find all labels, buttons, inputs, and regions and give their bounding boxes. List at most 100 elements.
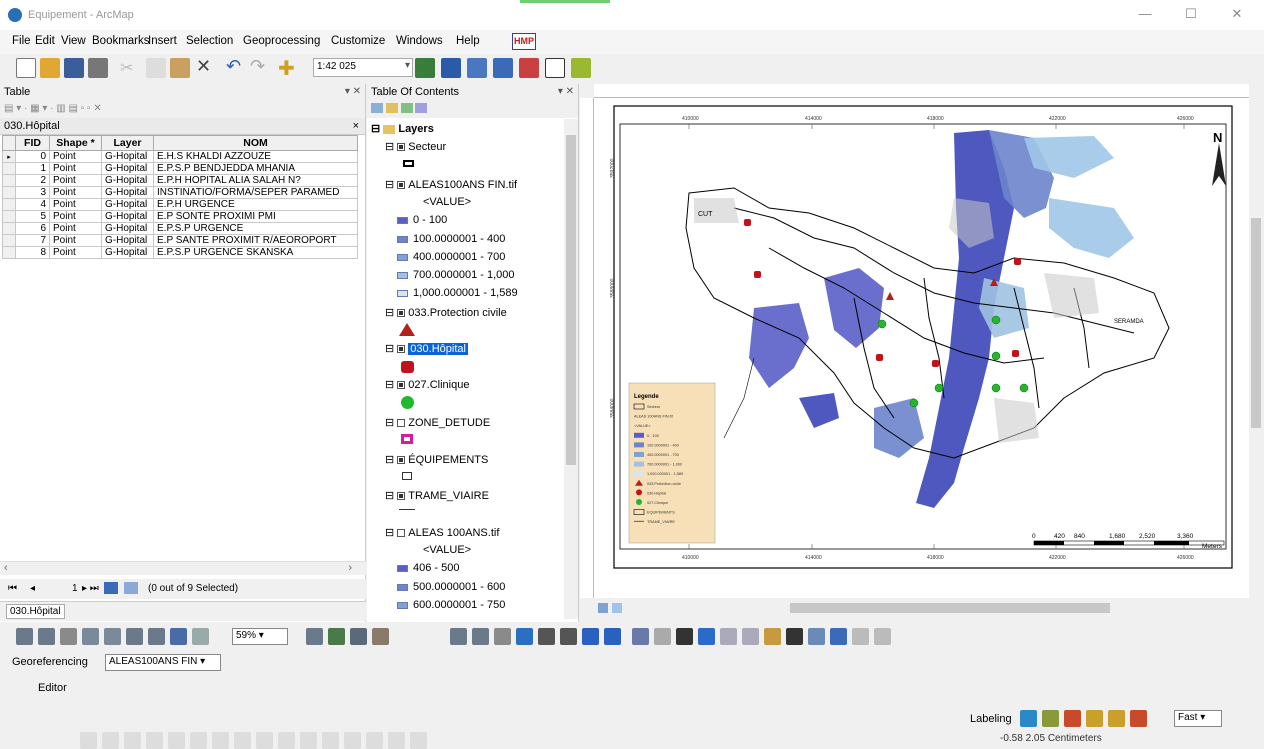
layer-cell[interactable]: G-Hopital <box>101 222 154 235</box>
nom-cell[interactable]: INSTINATIO/FORMA/SEPER PARAMED <box>153 186 358 199</box>
layer-cell[interactable]: G-Hopital <box>101 246 154 259</box>
fid-cell[interactable]: 0 <box>15 150 50 163</box>
fixed-zoom-in-map-icon[interactable] <box>538 628 555 645</box>
row-selector[interactable] <box>2 246 16 259</box>
visibility-checkbox[interactable] <box>397 345 406 354</box>
toc-layer-clinique[interactable]: ⊟ 027.Clinique <box>385 378 469 391</box>
straight-segment-icon[interactable] <box>124 732 141 749</box>
table-row[interactable]: 8 Point G-Hopital E.P.S.P URGENCE SKANSKA <box>2 246 358 259</box>
layer-cell[interactable]: G-Hopital <box>101 162 154 175</box>
scrollbar-thumb[interactable] <box>790 603 1110 613</box>
visibility-checkbox[interactable] <box>397 381 406 390</box>
table-horizontal-scrollbar[interactable]: ‹ › <box>0 561 366 575</box>
nom-cell[interactable]: E.P SANTE PROXIMIT R/AEOROPORT <box>153 234 358 247</box>
shape-cell[interactable]: Point <box>49 162 102 175</box>
georeferencing-menu[interactable]: Georeferencing <box>12 656 88 668</box>
change-layout-icon[interactable] <box>350 628 367 645</box>
georeference-layer-select[interactable]: ALEAS100ANS FIN ▾ <box>105 654 221 671</box>
toc-layer-trame-viaire[interactable]: ⊟ TRAME_VIAIRE <box>385 489 489 502</box>
nom-cell[interactable]: E.P.S.P BENDJEDDA MHANIA <box>153 162 358 175</box>
nom-cell[interactable]: E.P.S.P URGENCE SKANSKA <box>153 246 358 259</box>
rotate-feature-icon[interactable] <box>212 732 229 749</box>
html-popup-icon[interactable] <box>742 628 759 645</box>
identify-icon[interactable] <box>698 628 715 645</box>
next-extent-icon[interactable] <box>192 628 209 645</box>
row-selector-header[interactable] <box>2 135 16 151</box>
table-row[interactable]: 7 Point G-Hopital E.P SANTE PROXIMIT R/AEOR… <box>2 234 358 247</box>
column-header-shape[interactable]: Shape * <box>49 135 102 151</box>
shape-cell[interactable]: Point <box>49 186 102 199</box>
visibility-checkbox[interactable] <box>397 456 406 465</box>
find-icon[interactable] <box>786 628 803 645</box>
labeling-menu[interactable]: Labeling <box>970 713 1012 725</box>
select-elements-icon[interactable] <box>676 628 693 645</box>
row-selector[interactable] <box>2 198 16 211</box>
toc-layer-secteur[interactable]: ⊟ Secteur <box>385 140 446 153</box>
edit-tool-icon[interactable] <box>80 732 97 749</box>
modelbuilder-icon[interactable] <box>571 58 591 78</box>
pan-icon[interactable] <box>494 628 511 645</box>
search-window-icon[interactable] <box>493 58 513 78</box>
back-extent-icon[interactable] <box>582 628 599 645</box>
map-layout-page[interactable]: 410000 414000 418000 422000 426000 41000… <box>594 98 1249 598</box>
menu-help[interactable]: Help <box>456 35 480 47</box>
menu-insert[interactable]: Insert <box>148 35 177 47</box>
row-selector[interactable] <box>2 234 16 247</box>
create-features-icon[interactable] <box>344 732 361 749</box>
undo-icon[interactable]: ↶ <box>226 56 246 76</box>
layout-vertical-scrollbar[interactable] <box>1249 98 1263 598</box>
menu-customize[interactable]: Customize <box>331 35 385 47</box>
menu-bookmarks[interactable]: Bookmarks <box>92 35 150 47</box>
catalog-icon[interactable] <box>467 58 487 78</box>
column-header-fid[interactable]: FID <box>15 135 50 151</box>
fid-cell[interactable]: 6 <box>15 222 50 235</box>
fid-cell[interactable]: 4 <box>15 198 50 211</box>
toc-layer-aleas100ans-fin[interactable]: ⊟ ALEAS100ANS FIN.tif <box>385 178 517 191</box>
show-all-records-icon[interactable] <box>104 582 118 594</box>
toc-layer-equipements[interactable]: ⊟ ÉQUIPEMENTS <box>385 453 488 466</box>
save-icon[interactable] <box>64 58 84 78</box>
table-row[interactable]: 3 Point G-Hopital INSTINATIO/FORMA/SEPER PA… <box>2 186 358 199</box>
table-tab-hopital[interactable]: 030.Hôpital <box>6 604 65 619</box>
time-slider-icon[interactable] <box>852 628 869 645</box>
zoom-out-icon[interactable] <box>472 628 489 645</box>
hmp-badge[interactable]: HMP <box>512 33 536 50</box>
layer-cell[interactable]: G-Hopital <box>101 210 154 223</box>
column-header-layer[interactable]: Layer <box>101 135 154 151</box>
table-row[interactable]: 2 Point G-Hopital E.P.H HOPITAL ALIA SALAH … <box>2 174 358 187</box>
table-of-contents-icon[interactable] <box>441 58 461 78</box>
fid-cell[interactable]: 3 <box>15 186 50 199</box>
menu-file[interactable]: File <box>12 35 31 47</box>
visibility-checkbox[interactable] <box>397 309 406 318</box>
reshape-icon[interactable] <box>256 732 273 749</box>
delete-icon[interactable]: ✕ <box>196 56 216 76</box>
measure-icon[interactable] <box>764 628 781 645</box>
fixed-zoom-in-icon[interactable] <box>126 628 143 645</box>
nom-cell[interactable]: E.P.S.P URGENCE <box>153 222 358 235</box>
layer-cell[interactable]: G-Hopital <box>101 198 154 211</box>
editor-toolbar-icon[interactable] <box>415 58 435 78</box>
full-extent-icon[interactable] <box>516 628 533 645</box>
zoom-whole-page-icon[interactable] <box>82 628 99 645</box>
map-frame[interactable]: 410000 414000 418000 422000 426000 41000… <box>594 98 1249 598</box>
menu-view[interactable]: View <box>61 35 86 47</box>
sketch-properties-icon[interactable] <box>322 732 339 749</box>
shape-cell[interactable]: Point <box>49 198 102 211</box>
fid-cell[interactable]: 2 <box>15 174 50 187</box>
join-icon[interactable] <box>278 732 295 749</box>
label-mode-select[interactable]: Fast ▾ <box>1174 710 1222 727</box>
viewer-window-icon[interactable] <box>874 628 891 645</box>
chevron-down-icon[interactable]: ▾ <box>405 60 410 71</box>
shape-cell[interactable]: Point <box>49 150 102 163</box>
arctoolbox-icon[interactable] <box>519 58 539 78</box>
pin-close-icon[interactable]: ▾ ✕ <box>558 86 574 97</box>
toc-layer-hopital[interactable]: ⊟ 030.Hôpital <box>385 342 468 355</box>
add-data-icon[interactable]: ✚ <box>278 56 298 80</box>
layer-cell[interactable]: G-Hopital <box>101 186 154 199</box>
snapping-icon[interactable] <box>388 732 405 749</box>
fixed-zoom-out-icon[interactable] <box>148 628 165 645</box>
zoom-in-icon[interactable] <box>450 628 467 645</box>
toc-toolbar[interactable] <box>367 101 578 118</box>
previous-extent-icon[interactable] <box>170 628 187 645</box>
editor-menu[interactable]: Editor <box>38 682 67 694</box>
